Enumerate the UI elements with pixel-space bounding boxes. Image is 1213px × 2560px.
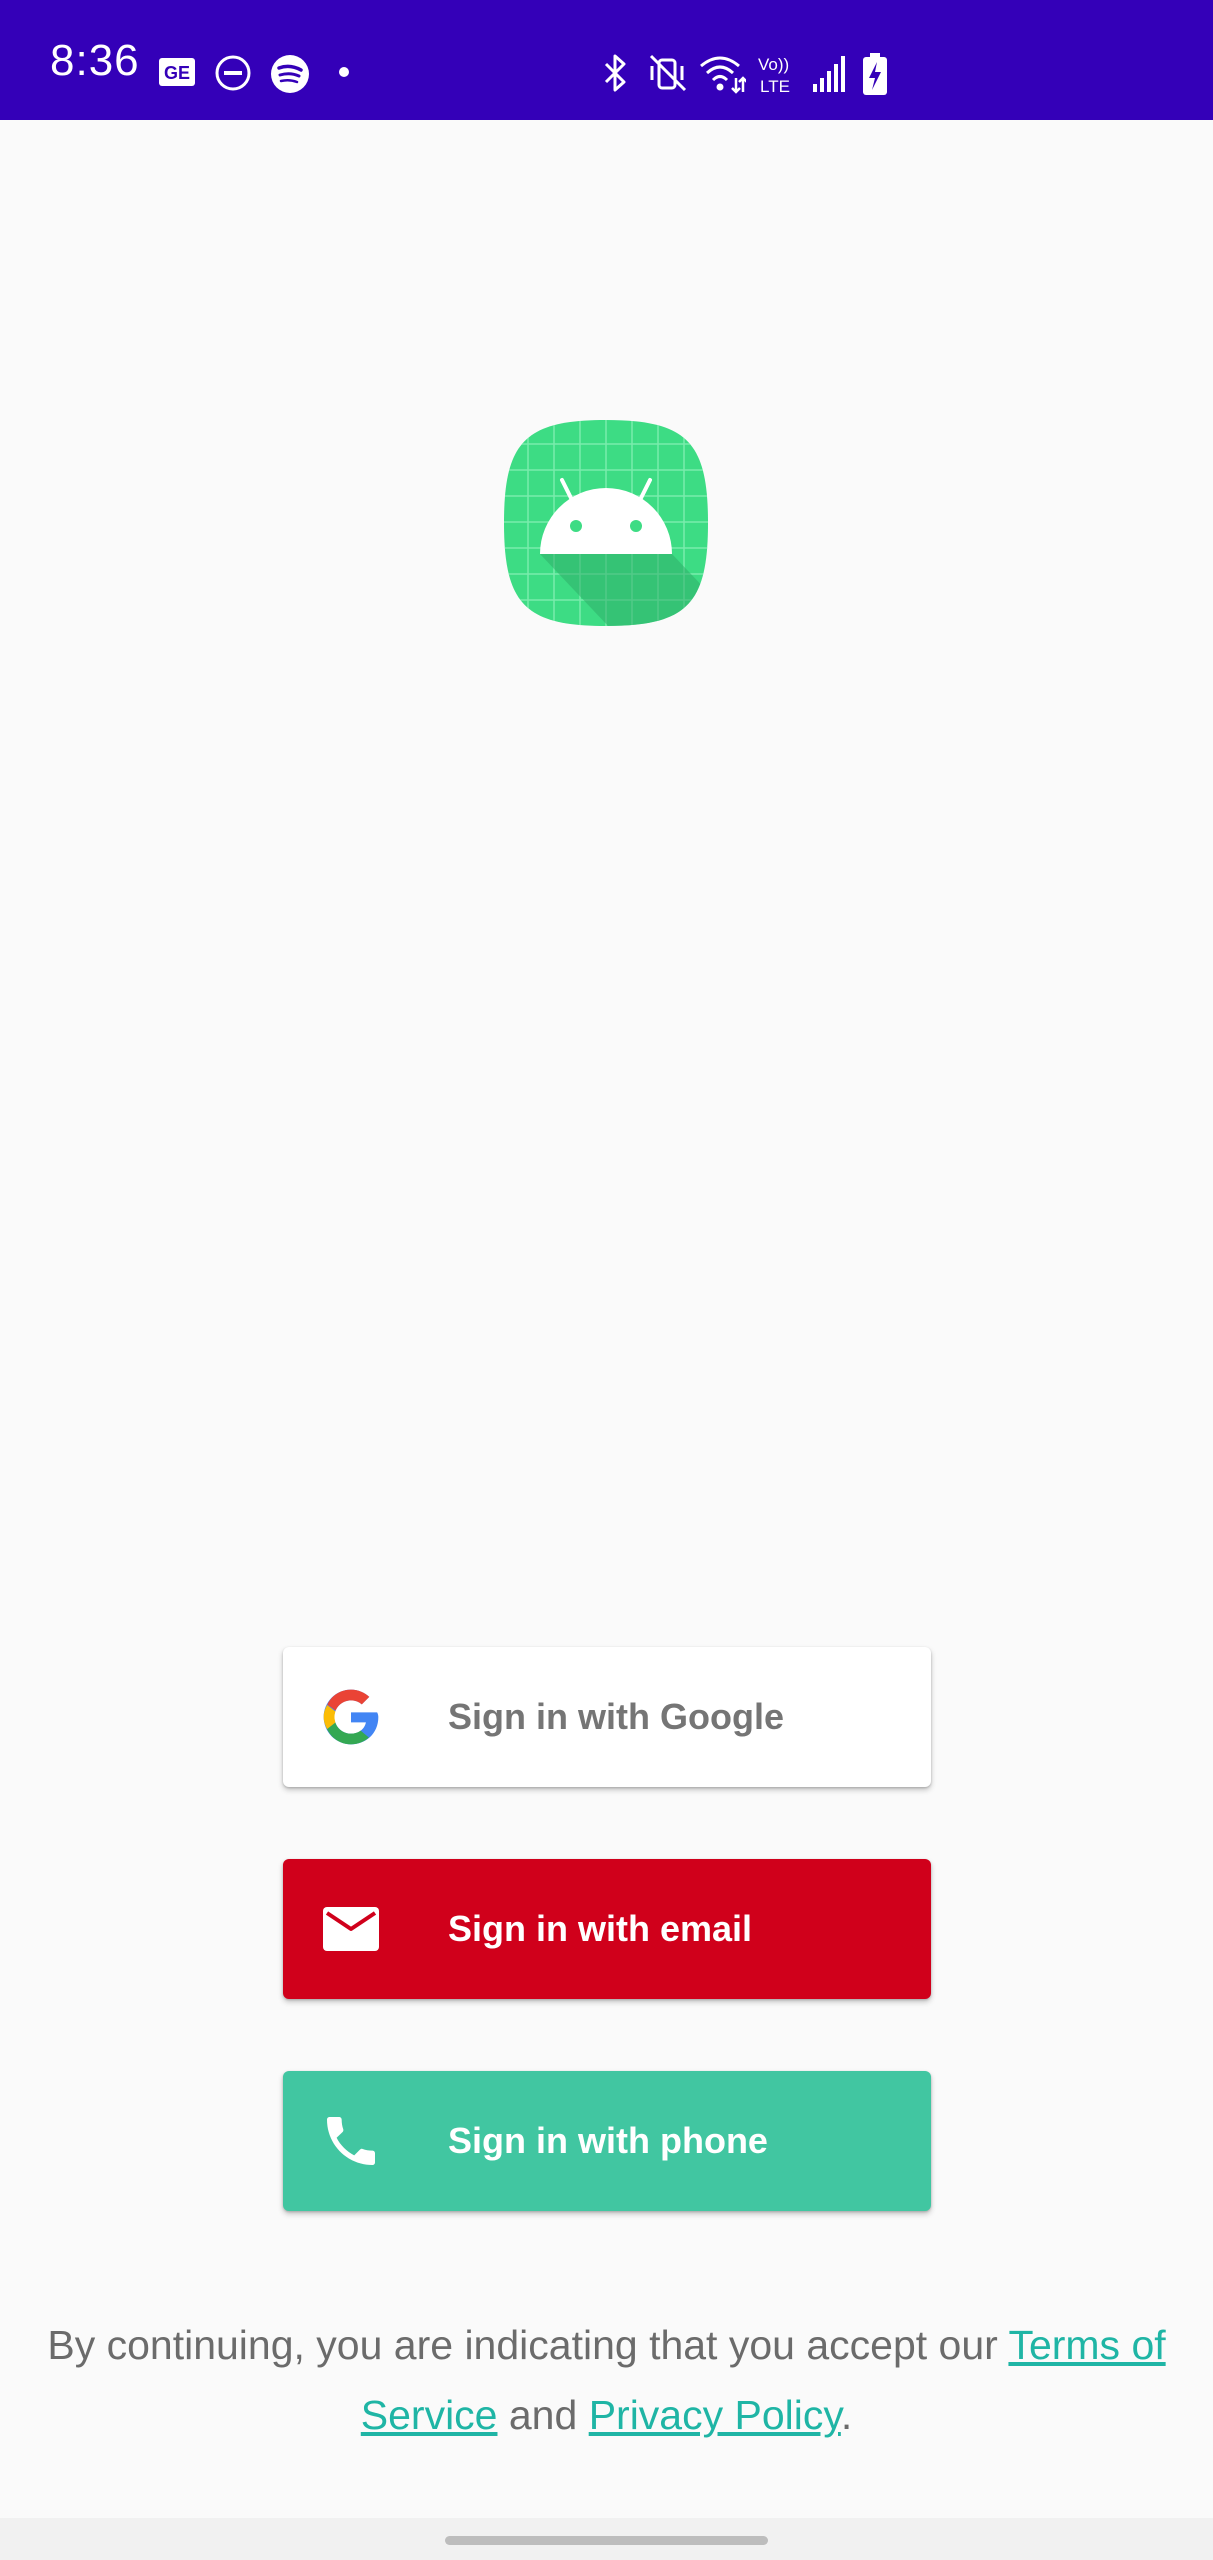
sign-in-google-label: Sign in with Google	[448, 1696, 784, 1737]
cell-signal-icon	[813, 56, 845, 92]
legal-suffix: .	[840, 2392, 853, 2438]
do-not-disturb-icon	[215, 55, 251, 91]
sign-in-email-button[interactable]: Sign in with email	[283, 1859, 931, 1999]
spotify-icon	[271, 55, 309, 93]
android-app-logo-icon	[504, 420, 708, 626]
battery-charging-icon	[863, 53, 887, 95]
wifi-icon	[700, 56, 746, 94]
svg-text:LTE: LTE	[760, 77, 790, 96]
vibrate-mute-icon	[649, 54, 687, 92]
google-g-icon	[323, 1689, 379, 1745]
legal-prefix: By continuing, you are indicating that y…	[47, 2322, 1009, 2368]
svg-text:GE: GE	[164, 63, 190, 83]
sign-in-phone-label: Sign in with phone	[448, 2120, 768, 2161]
mail-icon	[323, 1907, 379, 1951]
status-bar: 8:36 GE Vo)) LTE	[0, 0, 1213, 120]
sign-in-phone-button[interactable]: Sign in with phone	[283, 2071, 931, 2211]
bluetooth-icon	[604, 54, 626, 92]
sign-in-google-button[interactable]: Sign in with Google	[283, 1647, 931, 1787]
status-time: 8:36	[50, 36, 140, 85]
legal-notice: By continuing, you are indicating that y…	[20, 2310, 1193, 2450]
svg-text:Vo)): Vo))	[758, 55, 789, 74]
legal-conjunction: and	[497, 2392, 589, 2438]
news-icon: GE	[159, 58, 195, 86]
sign-in-email-label: Sign in with email	[448, 1908, 753, 1949]
phone-icon	[327, 2117, 375, 2165]
home-gesture-handle[interactable]	[445, 2536, 768, 2545]
privacy-policy-link[interactable]: Privacy Policy	[589, 2392, 841, 2438]
volte-lte-icon: Vo)) LTE	[758, 55, 790, 96]
navigation-bar	[0, 2518, 1213, 2560]
notification-dot-icon	[339, 67, 349, 77]
